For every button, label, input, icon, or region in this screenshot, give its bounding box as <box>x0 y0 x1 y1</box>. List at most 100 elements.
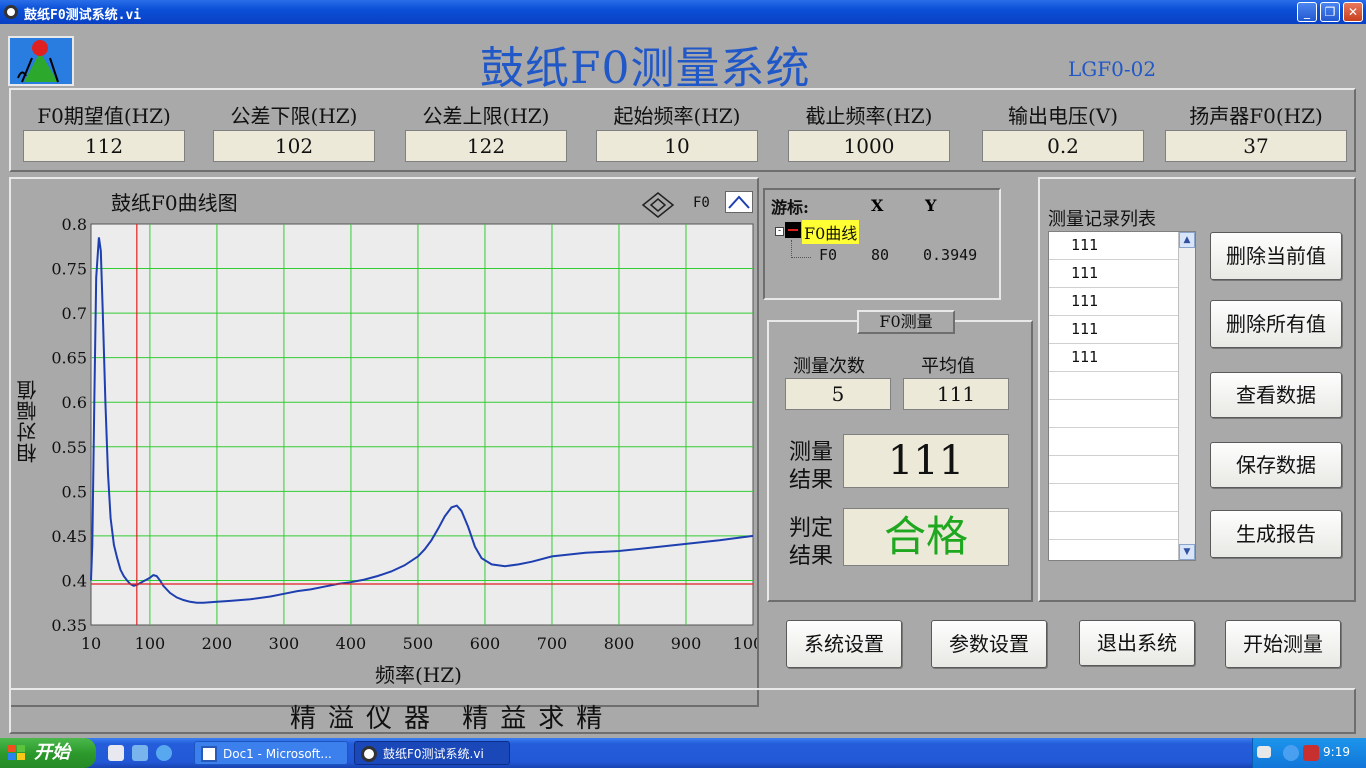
param-speaker-f0: 扬声器F0(HZ) 37 <box>1161 90 1351 162</box>
cursor-row-y: 0.3949 <box>923 246 978 264</box>
y-tick-label: 0.55 <box>51 438 87 457</box>
company-motto: 精溢仪器 精益求精 <box>290 704 615 734</box>
cursor-row-x: 80 <box>871 246 890 264</box>
media-player-icon[interactable] <box>132 745 148 761</box>
param-value[interactable]: 122 <box>405 130 567 162</box>
y-tick-label: 0.8 <box>62 215 87 234</box>
result-value: 111 <box>843 434 1009 488</box>
restore-button[interactable]: ❐ <box>1320 2 1340 22</box>
taskbar-item-word[interactable]: Doc1 - Microsoft... <box>194 741 348 765</box>
delete-current-button[interactable]: 删除当前值 <box>1210 232 1342 280</box>
taskbar-item-label: Doc1 - Microsoft... <box>223 747 332 761</box>
start-button[interactable]: 开始 <box>0 738 96 768</box>
param-value[interactable]: 1000 <box>788 130 950 162</box>
tray-expand-icon[interactable] <box>1283 745 1299 761</box>
param-stop-frequency: 截止频率(HZ) 1000 <box>784 90 954 162</box>
taskbar-item-labview[interactable]: 鼓纸F0测试系统.vi <box>354 741 510 765</box>
list-item[interactable]: 111 <box>1049 260 1179 288</box>
list-item-empty[interactable] <box>1049 456 1179 484</box>
param-label: 截止频率(HZ) <box>805 104 933 128</box>
param-value[interactable]: 102 <box>213 130 375 162</box>
param-value[interactable]: 0.2 <box>982 130 1144 162</box>
start-measure-button[interactable]: 开始测量 <box>1225 620 1341 668</box>
cursor-row-name: F0 <box>819 246 838 264</box>
parameter-settings-button[interactable]: 参数设置 <box>931 620 1047 668</box>
x-tick-label: 300 <box>269 634 300 653</box>
front-panel: 鼓纸F0测量系统 LGF0-02 F0期望值(HZ) 112 公差下限(HZ) … <box>0 24 1366 738</box>
record-list-title: 测量记录列表 <box>1048 209 1156 230</box>
param-tolerance-lower: 公差下限(HZ) 102 <box>209 90 379 162</box>
param-value[interactable]: 10 <box>596 130 758 162</box>
y-tick-label: 0.75 <box>51 260 87 279</box>
minimize-button[interactable]: _ <box>1297 2 1317 22</box>
scroll-down-icon[interactable]: ▼ <box>1179 544 1195 560</box>
cursor-column-x: X <box>871 196 884 215</box>
list-item[interactable]: 111 <box>1049 316 1179 344</box>
exit-system-button[interactable]: 退出系统 <box>1079 620 1195 666</box>
x-tick-label: 800 <box>604 634 635 653</box>
tree-connector <box>791 240 811 258</box>
list-scrollbar[interactable]: ▲ ▼ <box>1178 232 1195 560</box>
scroll-up-icon[interactable]: ▲ <box>1179 232 1195 248</box>
keyboard-icon[interactable] <box>1257 746 1271 758</box>
x-tick-label: 200 <box>202 634 233 653</box>
cursor-style-icon[interactable] <box>785 222 801 238</box>
cursor-header: 游标: <box>771 198 809 217</box>
x-tick-label: 700 <box>537 634 568 653</box>
param-label: 输出电压(V) <box>1007 104 1119 128</box>
param-f0-expected: F0期望值(HZ) 112 <box>19 90 189 162</box>
x-tick-label: 10 <box>81 634 101 653</box>
window-title-bar[interactable]: 鼓纸F0测试系统.vi _ ❐ ✕ <box>0 0 1366 24</box>
list-item[interactable]: 111 <box>1049 288 1179 316</box>
taskbar-clock: 9:19 <box>1323 745 1350 759</box>
count-value: 5 <box>785 378 891 410</box>
tree-collapse-icon[interactable]: - <box>775 227 784 236</box>
judge-label-line2: 结果 <box>789 544 834 569</box>
average-label: 平均值 <box>921 356 975 377</box>
model-number: LGF0-02 <box>1068 57 1157 81</box>
generate-report-button[interactable]: 生成报告 <box>1210 510 1342 558</box>
close-button[interactable]: ✕ <box>1343 2 1363 22</box>
record-listbox[interactable]: 111 111 111 111 111 ▲ ▼ <box>1048 231 1196 561</box>
f0-curve-graph[interactable]: 10 100 200 300 400 500 600 700 800 900 1000 0.8 0.75… <box>11 179 757 705</box>
list-item[interactable]: 111 <box>1049 232 1179 260</box>
judge-value: 合格 <box>843 508 1009 566</box>
y-tick-label: 0.4 <box>62 571 87 590</box>
measurement-panel: F0测量 测量次数 平均值 5 111 测量 结果 111 判定 结果 合格 <box>767 310 1033 602</box>
network-icon[interactable] <box>1303 745 1319 761</box>
delete-all-button[interactable]: 删除所有值 <box>1210 300 1342 348</box>
param-tolerance-upper: 公差上限(HZ) 122 <box>401 90 571 162</box>
list-item-empty[interactable] <box>1049 484 1179 512</box>
labview-app-icon <box>4 5 18 19</box>
taskbar-item-label: 鼓纸F0测试系统.vi <box>383 747 484 761</box>
param-label: 公差上限(HZ) <box>422 104 550 128</box>
result-label-line2: 结果 <box>789 468 834 493</box>
labview-app-icon <box>361 746 377 762</box>
system-settings-button[interactable]: 系统设置 <box>786 620 902 668</box>
save-data-button[interactable]: 保存数据 <box>1210 442 1342 488</box>
view-data-button[interactable]: 查看数据 <box>1210 372 1342 418</box>
list-item-empty[interactable] <box>1049 372 1179 400</box>
param-output-voltage: 输出电压(V) 0.2 <box>978 90 1148 162</box>
param-value[interactable]: 112 <box>23 130 185 162</box>
param-label: F0期望值(HZ) <box>37 104 171 128</box>
cursor-column-y: Y <box>925 196 937 215</box>
y-tick-label: 0.65 <box>51 349 87 368</box>
chart-panel: 鼓纸F0曲线图 F0 相对幅值 频率(HZ) 10 100 200 300 400 500… <box>9 177 759 707</box>
param-label: 公差下限(HZ) <box>230 104 358 128</box>
count-label: 测量次数 <box>793 356 865 377</box>
param-label: 起始频率(HZ) <box>613 104 741 128</box>
x-tick-label: 900 <box>671 634 702 653</box>
param-value[interactable]: 37 <box>1165 130 1347 162</box>
list-item-empty[interactable] <box>1049 400 1179 428</box>
y-tick-label: 0.5 <box>62 482 87 501</box>
list-item[interactable]: 111 <box>1049 344 1179 372</box>
list-item-empty[interactable] <box>1049 428 1179 456</box>
internet-explorer-icon[interactable] <box>156 745 172 761</box>
start-label: 开始 <box>34 742 70 763</box>
windows-taskbar: 开始 Doc1 - Microsoft... 鼓纸F0测试系统.vi 9:19 <box>0 738 1366 768</box>
show-desktop-icon[interactable] <box>108 745 124 761</box>
system-tray: 9:19 <box>1252 738 1366 768</box>
word-document-icon <box>201 746 217 762</box>
list-item-empty[interactable] <box>1049 512 1179 540</box>
